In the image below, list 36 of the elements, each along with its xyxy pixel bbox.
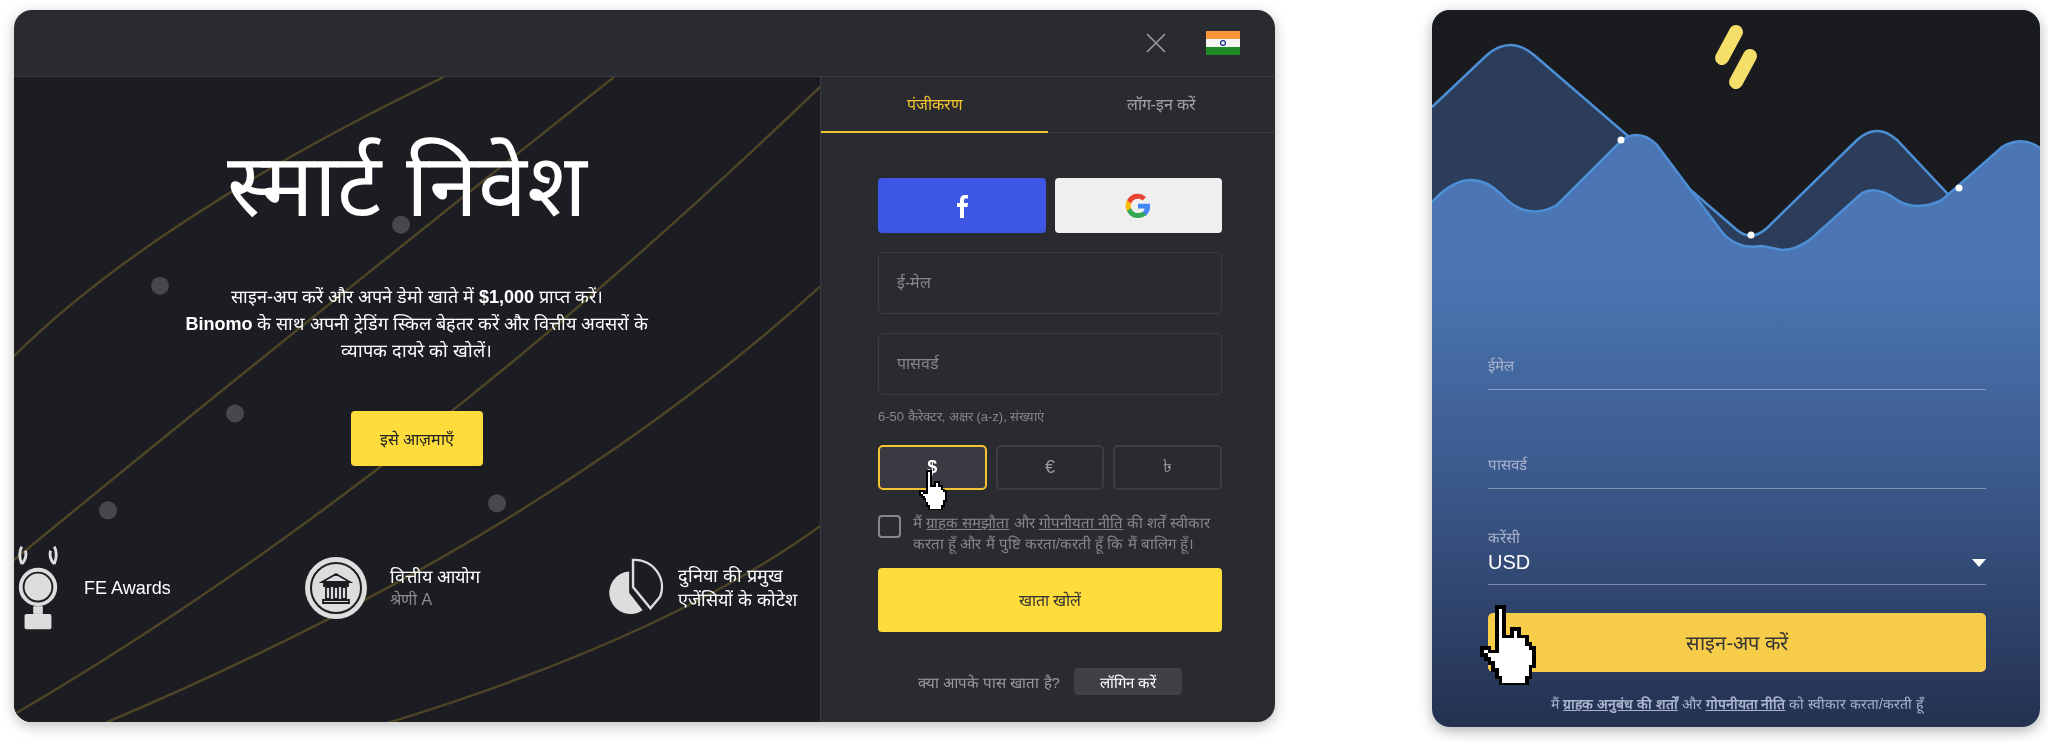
caret-icon bbox=[1972, 558, 1986, 567]
hand-cursor-icon bbox=[1478, 603, 1538, 685]
terms-link[interactable]: ग्राहक अनुबंध की शर्तों bbox=[1563, 696, 1678, 712]
flag-icon[interactable] bbox=[1206, 31, 1240, 55]
try-button[interactable]: इसे आज़माएँ bbox=[351, 411, 483, 467]
terms-link[interactable]: गोपनीयता नीति bbox=[1038, 514, 1123, 531]
google-button[interactable] bbox=[1054, 178, 1222, 233]
terms-link[interactable]: ग्राहक समझौता bbox=[926, 514, 1010, 531]
password-hint: 6-50 कैरेक्टर, अक्षर (a-z), संख्याएं bbox=[878, 408, 1046, 425]
hero-title: स्मार्ट निवेश bbox=[227, 135, 587, 237]
agreement-text: मैं ग्राहक समझौता और गोपनीयता नीति की शर्तें स्वीकार करता हूँ और मैं पुष्टि करता/करती हूँ कि मैं बालिग हूँ। bbox=[913, 513, 1212, 554]
close-icon[interactable] bbox=[1146, 33, 1166, 53]
form-tab[interactable]: पंजीकरण bbox=[821, 77, 1048, 133]
currency-button[interactable]: ৳ bbox=[1113, 445, 1222, 490]
facebook-icon bbox=[955, 193, 968, 218]
form-tab[interactable]: लॉग-इन करें bbox=[1048, 77, 1275, 133]
terms-link[interactable]: गोपनीयता नीति bbox=[1705, 696, 1786, 712]
input-field[interactable]: करेंसी USD bbox=[1488, 527, 1986, 585]
hero-text: साइन-अप करें और अपने डेमो खाते में $1,000 प्राप्त करें। Binomo के साथ अपनी ट्रेडिंग स्किल बेहतर करें और वित्तीय अवसरों के व्यापक दायरे को खोलें। bbox=[184, 286, 650, 364]
currency-button[interactable]: € bbox=[995, 445, 1105, 490]
terms-text: मैं ग्राहक अनुबंध की शर्तों और गोपनीयता नीति को स्वीकार करता/करती हूँ bbox=[1550, 695, 1926, 713]
login-prompt: क्या आपके पास खाता है? bbox=[917, 672, 1060, 692]
open-account-button[interactable]: खाता खोलें bbox=[878, 568, 1222, 632]
feature-subtitle: श्रेणी A bbox=[390, 589, 434, 611]
feature-text: दुनिया की प्रमुख bbox=[678, 565, 784, 589]
input-field[interactable]: पासवर्ड bbox=[878, 333, 1222, 395]
bank-icon bbox=[304, 556, 368, 621]
agree-checkbox[interactable] bbox=[878, 515, 901, 538]
input-field[interactable]: पासवर्ड bbox=[1488, 454, 1986, 489]
feature-text: FE Awards bbox=[84, 577, 171, 601]
sign-up-button[interactable]: साइन-अप करें bbox=[1488, 613, 1986, 672]
google-icon bbox=[1124, 191, 1153, 220]
feature-text: वित्तीय आयोग bbox=[390, 566, 480, 590]
input-field[interactable]: ई-मेल bbox=[878, 252, 1222, 314]
feature-text: एजेंसियों के कोटेश bbox=[678, 589, 797, 613]
login-button[interactable]: लॉगिन करें bbox=[1073, 668, 1183, 695]
